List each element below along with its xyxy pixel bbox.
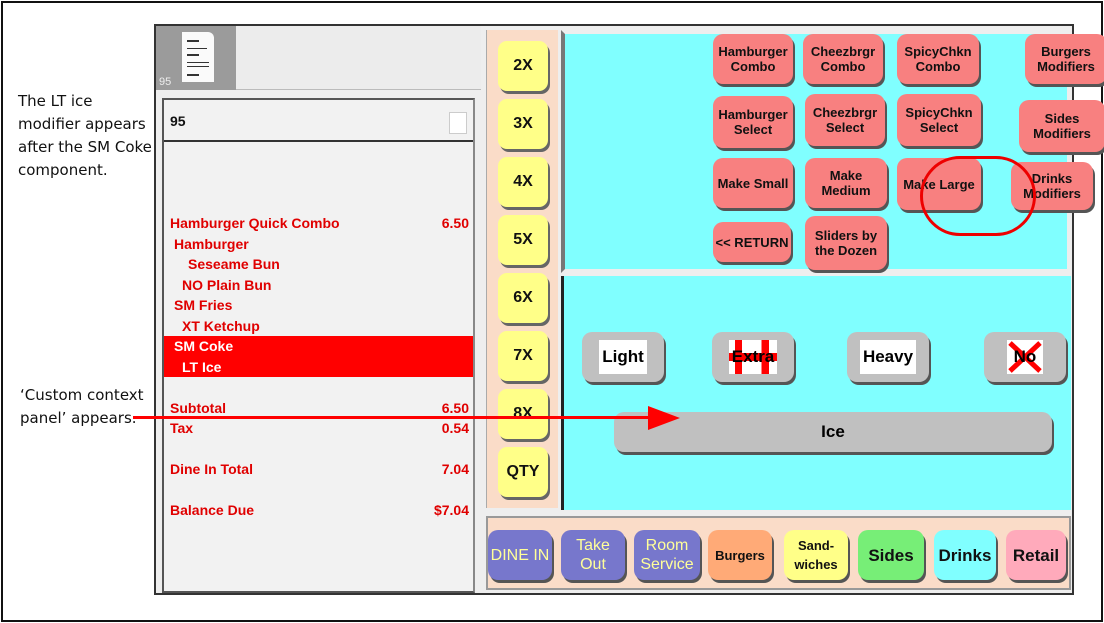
receipt-line[interactable]: XT Ketchup — [164, 316, 473, 337]
total-label: Balance Due — [170, 502, 255, 518]
qty-button[interactable]: 2X — [498, 41, 548, 91]
line-label: XT Ketchup — [182, 317, 260, 334]
total-label: Tax — [170, 420, 194, 436]
pos-screen: 95 95 Hamburger Quick Combo 6.50 Hamburger… — [154, 24, 1104, 595]
menu-button[interactable]: Make Medium — [805, 158, 887, 208]
menu-button[interactable]: Sliders by the Dozen — [805, 216, 887, 270]
receipt-panel: 95 Hamburger Quick Combo 6.50 Hamburger Ses… — [162, 98, 475, 593]
check-strip: 95 — [156, 26, 481, 90]
category-button[interactable]: Room Service — [634, 530, 700, 580]
triple-drop-icon: Heavy — [859, 340, 917, 374]
receipt-line[interactable]: NO Plain Bun — [164, 275, 473, 296]
total-line: Tax 0.54 — [164, 418, 473, 439]
category-button[interactable]: Sides — [858, 530, 924, 580]
line-label: LT Ice — [182, 358, 222, 375]
qty-button[interactable]: 4X — [498, 157, 548, 207]
quantity-column: 2X 3X 4X 5X 6X 7X 8X QTY — [486, 30, 558, 508]
menu-button[interactable]: Hamburger Combo — [713, 34, 793, 84]
red-cross-icon: Extra — [728, 340, 778, 374]
annotation-ice-modifier: The LT ice modifier appears after the SM… — [18, 92, 152, 179]
category-button[interactable]: Sand-wiches — [784, 530, 848, 580]
modifier-light-button[interactable]: Light — [582, 332, 664, 382]
menu-button[interactable]: Cheezbrgr Select — [805, 94, 885, 146]
menu-button[interactable]: Hamburger Select — [713, 96, 793, 148]
receipt-line[interactable]: Hamburger Quick Combo 6.50 — [164, 213, 473, 234]
total-amount: $7.04 — [433, 502, 469, 518]
annotation-arrow-head — [648, 406, 680, 430]
menu-button[interactable]: Sides Modifiers — [1019, 100, 1104, 152]
modifier-extra-button[interactable]: Extra — [712, 332, 794, 382]
check-number: 95 — [170, 113, 186, 129]
category-bar: DINE IN Take Out Room Service Burgers Sand-w… — [486, 516, 1071, 590]
category-button[interactable]: DINE IN — [488, 530, 552, 580]
line-label: Seseame Bun — [188, 256, 280, 272]
line-amount: 6.50 — [441, 215, 469, 231]
menu-button[interactable]: Make Small — [713, 158, 793, 208]
qty-button[interactable]: 6X — [498, 273, 548, 323]
qty-button[interactable]: QTY — [498, 447, 548, 497]
receipt-header: 95 — [164, 100, 473, 142]
line-label: SM Coke — [174, 338, 234, 354]
annotation-context-panel: ‘Custom context panel’ appears. — [20, 386, 144, 427]
total-line: Balance Due $7.04 — [164, 500, 473, 521]
category-button[interactable]: Burgers — [708, 530, 772, 580]
qty-button[interactable]: 3X — [498, 99, 548, 149]
line-label: Hamburger — [174, 235, 249, 252]
total-amount: 7.04 — [441, 461, 469, 477]
total-amount: 0.54 — [441, 420, 469, 436]
qty-button[interactable]: 5X — [498, 215, 548, 265]
modifier-heavy-button[interactable]: Heavy — [847, 332, 929, 382]
total-line: Dine In Total 7.04 — [164, 459, 473, 480]
category-button[interactable]: Retail — [1006, 530, 1066, 580]
qty-button[interactable]: 8X — [498, 389, 548, 439]
drop-icon: Light — [599, 340, 647, 374]
mini-document-icon[interactable] — [449, 112, 467, 134]
line-label: SM Fries — [174, 297, 233, 313]
total-label: Dine In Total — [170, 461, 253, 477]
receipt-line[interactable]: SM Fries — [164, 295, 473, 316]
menu-button-panel: Hamburger Combo Cheezbrgr Combo SpicyChkn … — [561, 30, 1104, 273]
receipt-line[interactable]: LT Ice — [164, 356, 473, 377]
category-button[interactable]: Take Out — [561, 530, 625, 580]
check-tab-number: 95 — [159, 76, 172, 88]
menu-button[interactable]: SpicyChkn Combo — [897, 34, 979, 84]
red-x-icon: No — [1007, 340, 1043, 374]
receipt-line[interactable]: Hamburger — [164, 234, 473, 255]
annotation-highlight-ring — [920, 156, 1036, 236]
menu-button[interactable]: Cheezbrgr Combo — [803, 34, 883, 84]
line-label: NO Plain Bun — [182, 276, 272, 293]
document-icon — [182, 32, 214, 82]
receipt-line[interactable]: Seseame Bun — [164, 254, 473, 275]
check-tab[interactable]: 95 — [156, 26, 236, 90]
receipt-line[interactable]: SM Coke — [164, 336, 473, 357]
line-label: Hamburger Quick Combo — [170, 215, 340, 231]
menu-button[interactable]: Burgers Modifiers — [1025, 34, 1104, 84]
annotation-arrow — [133, 416, 653, 419]
menu-button[interactable]: << RETURN — [713, 222, 791, 262]
category-button[interactable]: Drinks — [934, 530, 996, 580]
custom-context-panel: Light Extra Heavy No Ice — [561, 276, 1071, 510]
modifier-no-button[interactable]: No — [984, 332, 1066, 382]
menu-button[interactable]: SpicyChkn Select — [897, 94, 981, 146]
qty-button[interactable]: 7X — [498, 331, 548, 381]
